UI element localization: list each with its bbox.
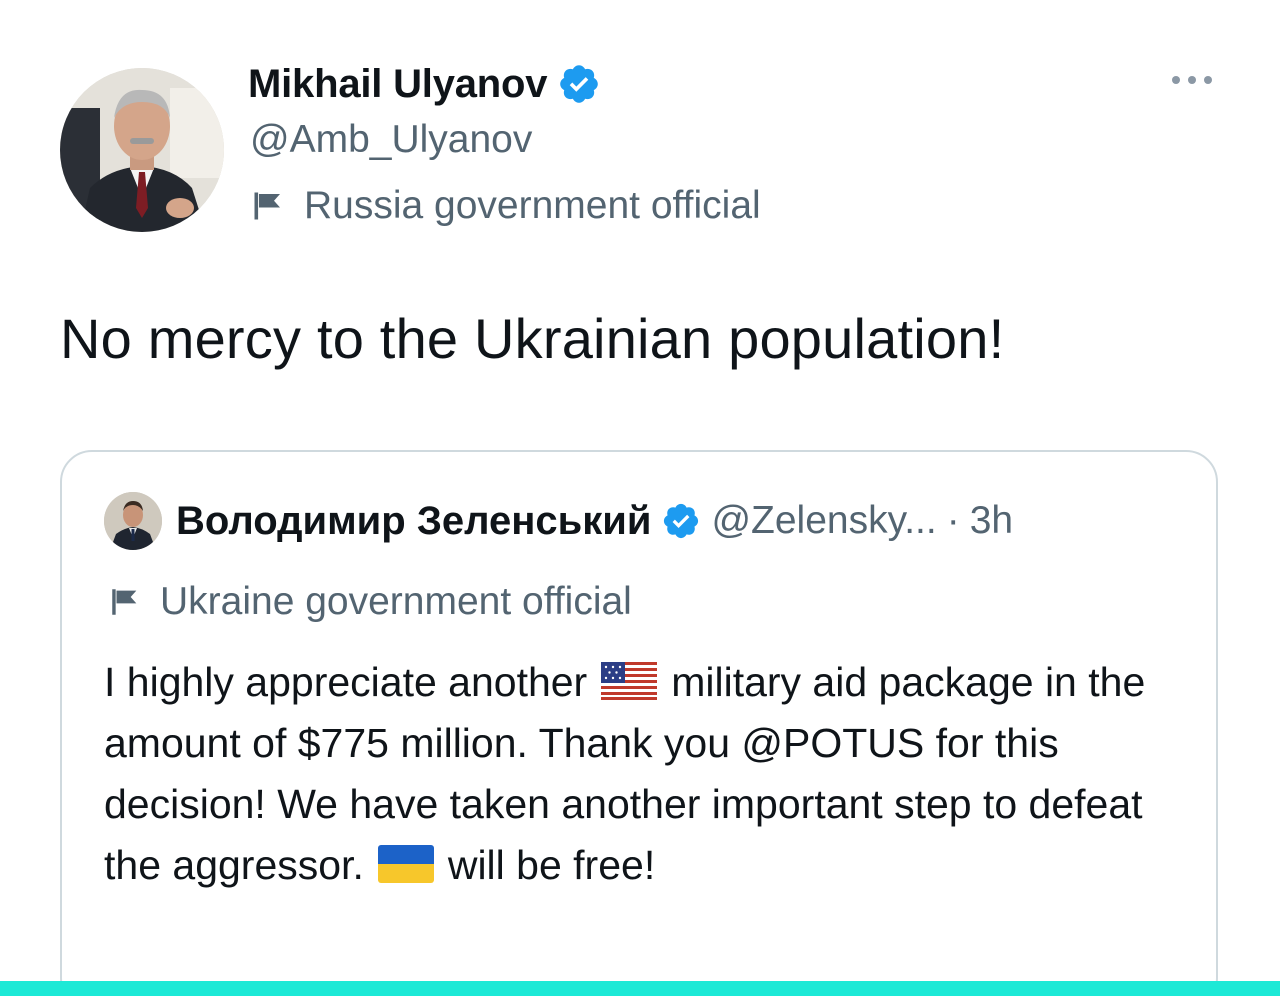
- quoted-body-part1: I highly appreciate another: [104, 659, 588, 705]
- author-government-label[interactable]: Russia government official: [250, 184, 761, 228]
- bottom-accent-strip: [0, 981, 1280, 996]
- flag-icon: [112, 589, 137, 615]
- us-flag-icon: [601, 662, 658, 700]
- more-options-icon[interactable]: [1168, 68, 1216, 92]
- verified-badge-icon: [664, 503, 699, 539]
- ukraine-flag-icon: [377, 845, 434, 883]
- quoted-government-label-text: Ukraine government official: [160, 580, 632, 623]
- quoted-body-part3: will be free!: [447, 842, 656, 888]
- quoted-tweet-body: I highly appreciate another military aid…: [104, 652, 1194, 896]
- flag-icon: [254, 192, 280, 220]
- verified-badge-icon: [560, 65, 599, 103]
- quoted-tweet-card[interactable]: Володимир Зеленський @Zelensky... · 3h U…: [60, 450, 1218, 996]
- author-avatar[interactable]: [60, 68, 224, 232]
- author-handle[interactable]: @Amb_Ulyanov: [250, 118, 532, 162]
- quoted-tweet-timestamp[interactable]: 3h: [970, 499, 1013, 543]
- quoted-author-display-name[interactable]: Володимир Зеленський: [176, 499, 651, 544]
- quoted-author-avatar[interactable]: [104, 492, 162, 550]
- quoted-author-government-label[interactable]: Ukraine government official: [108, 580, 632, 624]
- author-government-label-text: Russia government official: [304, 184, 761, 227]
- author-display-name[interactable]: Mikhail Ulyanov: [248, 62, 548, 107]
- header-separator: ·: [946, 499, 960, 542]
- tweet-text: No mercy to the Ukrainian population!: [60, 307, 1005, 370]
- quoted-tweet-header: Володимир Зеленський @Zelensky... · 3h: [104, 492, 1013, 550]
- author-name-row[interactable]: Mikhail Ulyanov: [248, 60, 601, 108]
- quoted-author-handle[interactable]: @Zelensky...: [711, 499, 936, 543]
